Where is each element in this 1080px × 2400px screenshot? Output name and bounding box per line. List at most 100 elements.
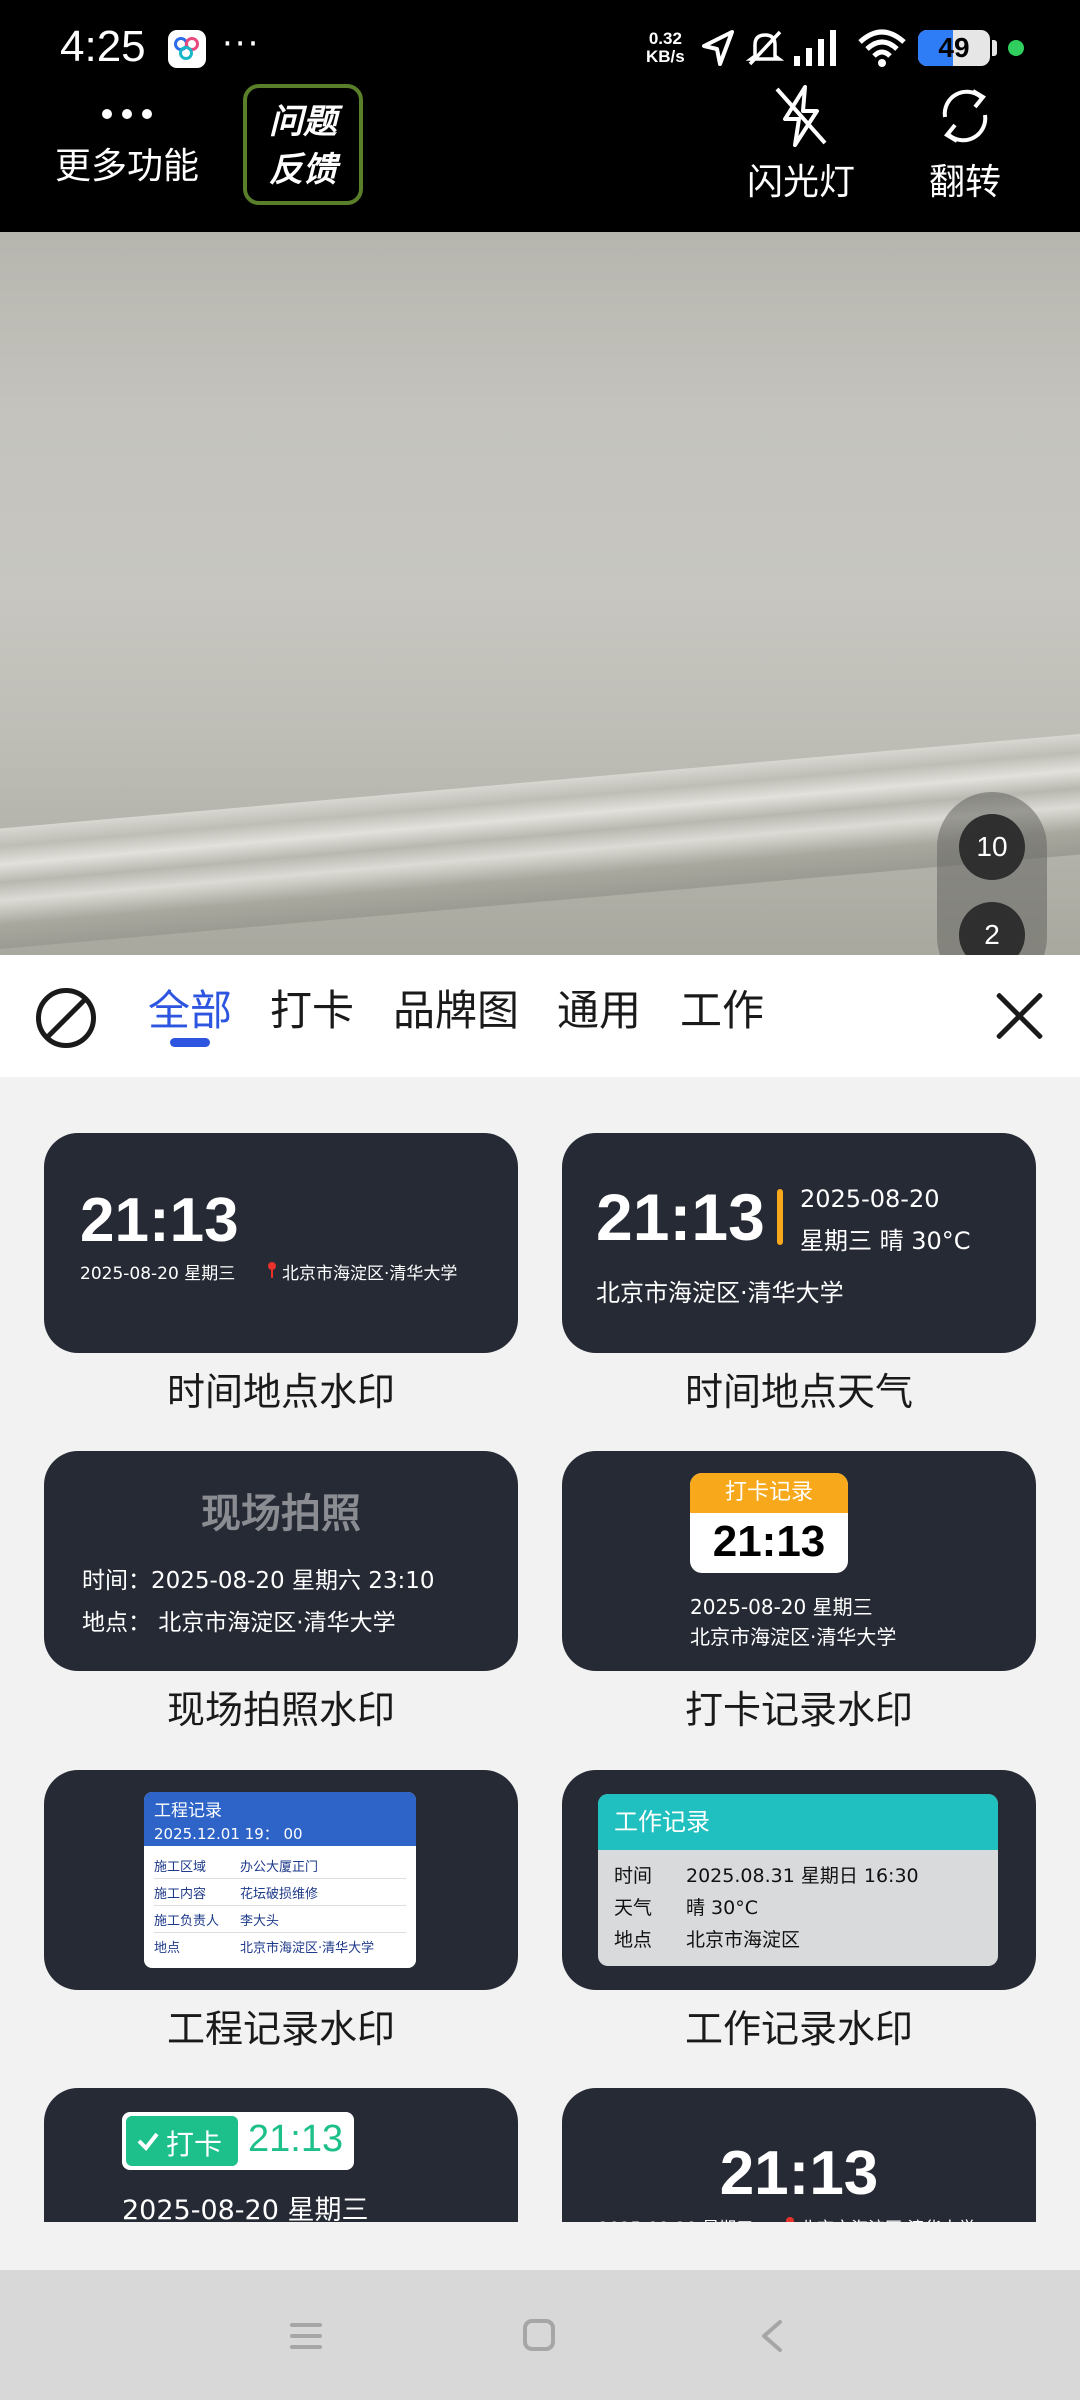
category-tabs: 全部 打卡 品牌图 通用 工作 <box>0 955 1080 1077</box>
table-row: 施工区域 办公大厦正门 <box>154 1852 406 1879</box>
row-key: 地点 <box>154 1941 181 1956</box>
card-location: 北京市海淀区·清华大学 <box>690 1625 897 1649</box>
location-pin-icon <box>268 1262 276 1278</box>
location-pin-icon <box>786 2217 794 2222</box>
more-functions-button[interactable]: 更多功能 <box>52 95 202 189</box>
template-label: 打卡记录水印 <box>684 1688 913 1732</box>
app-notification-icon <box>168 30 206 68</box>
back-icon[interactable] <box>756 2318 786 2354</box>
more-notifications-icon: ··· <box>222 24 261 64</box>
card-location: 北京市海淀区·清华大学 <box>282 1264 458 1284</box>
card-date: 2025-08-20 星期三 <box>690 1595 873 1619</box>
system-nav-bar <box>0 2270 1080 2400</box>
card-time: 21:13 <box>80 1186 239 1255</box>
card-date: 2025-08-20 星期三 <box>80 1264 236 1284</box>
net-speed: 0.32 KB/s <box>646 30 685 66</box>
tab-brand[interactable]: 品牌图 <box>393 977 519 1038</box>
watermark-template-panel: 全部 打卡 品牌图 通用 工作 21:13 2025-08-20 星期三 北京市… <box>0 955 1080 2270</box>
checkin-box: 打卡记录 21:13 <box>690 1473 848 1573</box>
row-key: 施工内容 <box>154 1886 207 1902</box>
template-card-work-record[interactable]: 工作记录 时间 2025.08.31 星期日 16:30 天气 晴 30°C 地… <box>562 1770 1036 1990</box>
mute-icon <box>745 30 785 66</box>
home-icon[interactable] <box>522 2318 556 2352</box>
zoom-10x-button[interactable]: 10 <box>959 814 1025 880</box>
row-key: 地点 <box>614 1928 653 1951</box>
engineering-datetime: 2025.12.01 19： 00 <box>154 1825 303 1843</box>
card-location: 北京市海淀区·清华大学 <box>596 1279 844 1307</box>
template-card-time-location[interactable]: 21:13 2025-08-20 星期三 北京市海淀区·清华大学 <box>44 1133 518 1353</box>
table-row: 时间 2025.08.31 星期日 16:30 <box>614 1858 982 1890</box>
template-card-checkin-record[interactable]: 打卡记录 21:13 2025-08-20 星期三 北京市海淀区·清华大学 <box>562 1451 1036 1671</box>
feedback-line2: 反馈 <box>269 150 337 190</box>
card-location: 北京市海淀区·清华大学 <box>800 2214 975 2222</box>
checkin-pill: 打卡 21:13 <box>122 2112 354 2170</box>
battery-icon: 49 <box>918 30 990 66</box>
work-rows: 时间 2025.08.31 星期日 16:30 天气 晴 30°C 地点 北京市… <box>598 1850 998 1962</box>
row-key: 施工负责人 <box>154 1913 220 1929</box>
feedback-button[interactable]: 问题 反馈 <box>243 84 363 205</box>
active-tab-indicator <box>170 1038 210 1047</box>
menu-icon[interactable] <box>288 2320 324 2352</box>
tab-all[interactable]: 全部 <box>148 977 232 1038</box>
template-label: 工程记录水印 <box>166 2007 395 2051</box>
more-dots-icon <box>102 109 152 119</box>
row-key: 时间 <box>614 1864 653 1887</box>
template-label: 时间地点水印 <box>166 1370 395 1414</box>
battery-level: 49 <box>938 32 970 63</box>
table-row: 地点 北京市海淀区 <box>614 1922 982 1954</box>
template-card-time-center[interactable]: 21:13 2025-08-20 星期三 北京市海淀区·清华大学 <box>562 2088 1036 2222</box>
battery-tip <box>992 40 997 56</box>
template-card-engineering-record[interactable]: 工程记录 2025.12.01 19： 00 施工区域 办公大厦正门 施工内容 … <box>44 1770 518 1990</box>
camera-top-bar: 更多功能 问题 反馈 闪光灯 翻转 <box>0 84 1080 232</box>
row-value: 晴 30°C <box>686 1896 758 1919</box>
divider-bar <box>777 1189 783 1245</box>
tab-general[interactable]: 通用 <box>557 977 641 1038</box>
template-card-checkin-simple[interactable]: 打卡 21:13 2025-08-20 星期三 <box>44 2088 518 2222</box>
tab-checkin[interactable]: 打卡 <box>270 977 354 1038</box>
card-time: 21:13 <box>596 1180 765 1254</box>
close-icon[interactable] <box>990 985 1050 1045</box>
row-value: 花坛破损维修 <box>240 1886 319 1902</box>
camera-viewfinder[interactable]: 10 2 <box>0 232 1080 955</box>
rotate-camera-icon <box>942 89 988 143</box>
engineering-header: 工程记录 2025.12.01 19： 00 <box>144 1792 416 1846</box>
check-icon <box>137 2132 159 2152</box>
table-row: 施工内容 花坛破损维修 <box>154 1879 406 1906</box>
card-title: 现场拍照 <box>201 1491 361 1537</box>
checkin-time: 21:13 <box>712 1517 826 1566</box>
card-date: 2025-08-20 <box>800 1185 940 1213</box>
checkin-badge-text: 打卡 <box>166 2128 223 2161</box>
tab-work[interactable]: 工作 <box>680 977 764 1038</box>
checkin-time: 21:13 <box>248 2118 344 2160</box>
work-sheet: 工作记录 时间 2025.08.31 星期日 16:30 天气 晴 30°C 地… <box>598 1794 998 1966</box>
work-title: 工作记录 <box>598 1794 998 1850</box>
card-weather: 星期三 晴 30°C <box>800 1227 971 1255</box>
flash-button[interactable]: 闪光灯 <box>736 81 866 205</box>
row-value: 2025.08.31 星期日 16:30 <box>686 1864 919 1887</box>
card-time-line: 时间：2025-08-20 星期六 23:10 <box>82 1568 435 1594</box>
row-key: 施工区域 <box>154 1859 207 1875</box>
template-label: 现场拍照水印 <box>166 1688 395 1732</box>
no-watermark-icon[interactable] <box>36 988 96 1048</box>
flip-camera-button[interactable]: 翻转 <box>905 81 1025 205</box>
template-label: 时间地点天气 <box>684 1370 913 1414</box>
engineering-rows: 施工区域 办公大厦正门 施工内容 花坛破损维修 施工负责人 李大头 地点 北京市… <box>144 1846 416 1966</box>
checkin-green-badge: 打卡 <box>126 2116 238 2166</box>
card-date: 2025-08-20 星期三 <box>598 2214 753 2222</box>
template-card-time-location-weather[interactable]: 21:13 2025-08-20 星期三 晴 30°C 北京市海淀区·清华大学 <box>562 1133 1036 1353</box>
row-value: 北京市海淀区 <box>686 1928 801 1951</box>
table-row: 地点 北京市海淀区·清华大学 <box>154 1933 406 1960</box>
more-functions-label: 更多功能 <box>54 146 199 187</box>
zoom-selector: 10 2 <box>937 792 1047 955</box>
row-key: 天气 <box>614 1896 653 1919</box>
privacy-dot-icon <box>1008 40 1024 56</box>
template-card-site-photo[interactable]: 现场拍照 时间：2025-08-20 星期六 23:10 地点： 北京市海淀区·… <box>44 1451 518 1671</box>
row-value: 北京市海淀区·清华大学 <box>240 1941 375 1956</box>
table-row: 施工负责人 李大头 <box>154 1906 406 1933</box>
template-label: 工作记录水印 <box>684 2007 913 2051</box>
net-speed-value: 0.32 <box>648 29 682 48</box>
zoom-2x-button[interactable]: 2 <box>959 902 1025 955</box>
card-date: 2025-08-20 星期三 <box>122 2195 369 2222</box>
flash-off-icon <box>775 85 827 147</box>
wifi-icon <box>858 29 906 67</box>
